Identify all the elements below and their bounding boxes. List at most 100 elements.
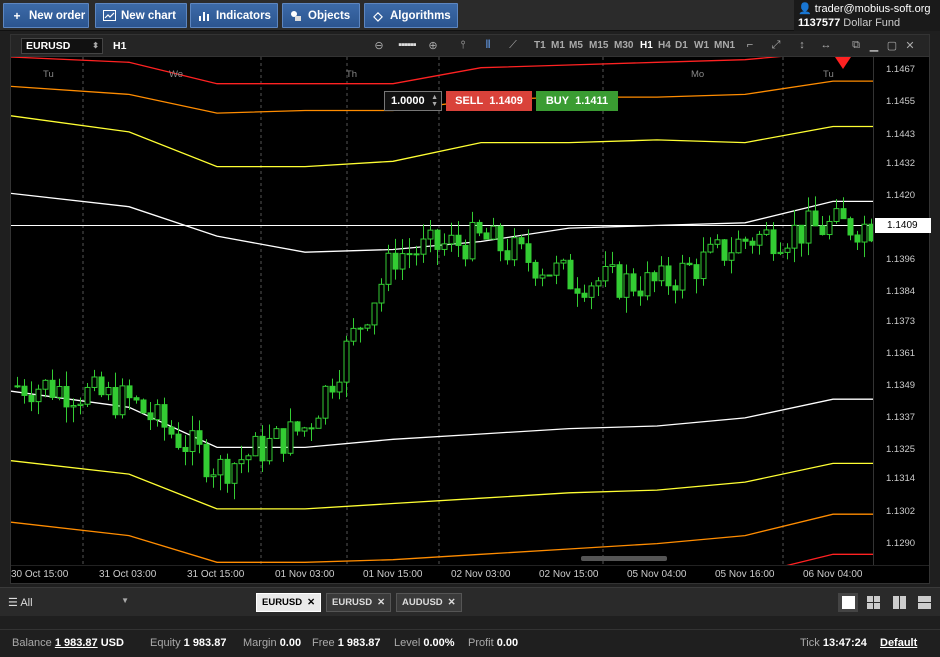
zoom-in-icon[interactable]: ⊕ bbox=[426, 39, 440, 52]
price-tick: 1.1384 bbox=[886, 286, 916, 298]
close-icon[interactable]: ✕ bbox=[448, 597, 456, 608]
zoom-out-icon[interactable]: ⊖ bbox=[372, 39, 386, 52]
timeframe-m15-button[interactable]: M15 bbox=[589, 40, 608, 51]
candle-body bbox=[98, 376, 105, 396]
candle-body bbox=[686, 262, 693, 266]
day-label: Tu bbox=[43, 69, 54, 80]
candle-body bbox=[168, 426, 175, 435]
objects-button[interactable]: Objects bbox=[282, 3, 360, 28]
band-line-4 bbox=[11, 115, 873, 168]
candle-body bbox=[448, 234, 455, 245]
chart-tab-label: EURUSD bbox=[332, 597, 373, 608]
candle-body bbox=[182, 446, 189, 453]
timeframe-m5-button[interactable]: M5 bbox=[569, 40, 583, 51]
candle-body bbox=[175, 433, 182, 448]
indicators-button[interactable]: Indicators bbox=[190, 3, 278, 28]
time-axis[interactable]: 30 Oct 15:00 31 Oct 03:00 31 Oct 15:00 01 N… bbox=[11, 565, 929, 583]
maximize-icon[interactable]: ▢ bbox=[885, 39, 899, 52]
candle-type-icon[interactable]: ⫴ bbox=[481, 39, 495, 52]
close-icon[interactable]: ✕ bbox=[377, 597, 385, 608]
chevron-down-icon: ▼ bbox=[121, 596, 129, 605]
timeframe-h4-button[interactable]: H4 bbox=[658, 40, 671, 51]
chart-filter-select[interactable]: ☰ All ▼ bbox=[8, 596, 133, 609]
symbol-select[interactable]: EURUSD ⬍ bbox=[21, 38, 103, 54]
chart-tab-2[interactable]: EURUSD ✕ bbox=[326, 593, 392, 612]
time-tick: 05 Nov 04:00 bbox=[627, 569, 687, 580]
band-line-3 bbox=[11, 460, 873, 510]
trading-app: + New order New chart Indicators Objects… bbox=[0, 0, 940, 657]
minimize-icon[interactable]: ▁ bbox=[867, 39, 881, 52]
candle-body bbox=[490, 225, 497, 240]
candle-body bbox=[245, 455, 252, 461]
candle-body bbox=[56, 386, 63, 398]
chart-header: EURUSD ⬍ H1 ⊖ ▪▪▪▪▪▪ ⊕ ⫯ ⫴ ⟋ T1 M1 M5 M15 M3… bbox=[11, 35, 929, 57]
candle-body bbox=[35, 388, 42, 403]
candle-body bbox=[266, 437, 273, 462]
chart-tab-label: AUDUSD bbox=[402, 597, 443, 608]
line-type-icon[interactable]: ⟋ bbox=[506, 39, 520, 52]
candle-body bbox=[679, 262, 686, 291]
timeframe-d1-button[interactable]: D1 bbox=[675, 40, 688, 51]
candle-body bbox=[714, 239, 721, 245]
equity-value: 1 983.87 bbox=[183, 637, 227, 649]
time-tick: 02 Nov 15:00 bbox=[539, 569, 599, 580]
account-panel[interactable]: 👤 trader@mobius-soft.org 1137577 Dollar … bbox=[794, 0, 940, 31]
chart-window: EURUSD ⬍ H1 ⊖ ▪▪▪▪▪▪ ⊕ ⫯ ⫴ ⟋ T1 M1 M5 M15 M3… bbox=[10, 34, 931, 584]
close-icon[interactable]: ✕ bbox=[903, 39, 917, 52]
candle-body bbox=[588, 285, 595, 298]
candle-body bbox=[497, 225, 504, 252]
price-tick: 1.1337 bbox=[886, 411, 916, 423]
band-line-7 bbox=[786, 553, 873, 565]
chart-plot-area[interactable]: 1.0000 ▲ ▼ SELL 1.1409 BUY 1.1411 Tu We Th M… bbox=[11, 57, 873, 565]
timeframe-h1-button[interactable]: H1 bbox=[640, 40, 653, 51]
price-tick: 1.1396 bbox=[886, 254, 916, 266]
balance-value: 1 983.87 bbox=[54, 637, 98, 649]
layout-columns-icon[interactable] bbox=[889, 593, 909, 612]
new-order-button[interactable]: + New order bbox=[3, 3, 89, 28]
chart-tab-1[interactable]: EURUSD ✕ bbox=[256, 593, 322, 612]
candle-body bbox=[665, 265, 672, 287]
price-tick: 1.1373 bbox=[886, 315, 916, 327]
quantity-input[interactable]: 1.0000 ▲ ▼ bbox=[384, 91, 442, 111]
candle-body bbox=[105, 386, 112, 396]
candle-body bbox=[469, 221, 476, 260]
profile-select[interactable]: Default bbox=[880, 637, 917, 649]
price-chart[interactable] bbox=[11, 57, 873, 565]
timeframe-m30-button[interactable]: M30 bbox=[614, 40, 633, 51]
bar-type-icon[interactable]: ⫯ bbox=[456, 39, 470, 52]
sell-button[interactable]: SELL 1.1409 bbox=[446, 91, 532, 111]
candle-body bbox=[112, 386, 119, 416]
candle-body bbox=[273, 428, 280, 439]
candle-body bbox=[329, 385, 336, 393]
candle-body bbox=[336, 381, 343, 393]
candle-body bbox=[21, 385, 28, 396]
detach-icon[interactable]: ⧉ bbox=[849, 39, 863, 52]
candle-body bbox=[609, 264, 616, 268]
candle-body bbox=[77, 403, 84, 407]
candle-body bbox=[595, 280, 602, 287]
layout-rows-icon[interactable] bbox=[914, 593, 934, 612]
candle-body bbox=[385, 252, 392, 285]
new-chart-button[interactable]: New chart bbox=[95, 3, 187, 28]
draw-tool-icon[interactable]: ⌐ bbox=[743, 39, 757, 51]
layout-grid-icon[interactable] bbox=[863, 593, 883, 612]
algorithms-button[interactable]: ◇ Algorithms bbox=[364, 3, 458, 28]
price-axis[interactable]: 1.1467 1.1455 1.1443 1.1432 1.1420 1.1396 1.13… bbox=[873, 57, 931, 565]
candle-body bbox=[350, 327, 357, 342]
timeframe-t1-button[interactable]: T1 bbox=[534, 40, 546, 51]
candle-body bbox=[560, 259, 567, 264]
buy-button[interactable]: BUY 1.1411 bbox=[536, 91, 618, 111]
timeframe-mn1-button[interactable]: MN1 bbox=[714, 40, 735, 51]
timeframe-w1-button[interactable]: W1 bbox=[694, 40, 709, 51]
close-icon[interactable]: ✕ bbox=[307, 597, 315, 608]
resize-icon[interactable]: ⤢ bbox=[769, 39, 783, 52]
candle-body bbox=[42, 379, 49, 390]
chart-tab-3[interactable]: AUDUSD ✕ bbox=[396, 593, 462, 612]
zoom-slider[interactable]: ▪▪▪▪▪▪ bbox=[392, 39, 422, 51]
layout-single-icon[interactable] bbox=[838, 593, 858, 612]
candle-body bbox=[847, 218, 854, 236]
horizontal-scale-icon[interactable]: ↔ bbox=[819, 39, 833, 51]
timeframe-m1-button[interactable]: M1 bbox=[551, 40, 565, 51]
vertical-scale-icon[interactable]: ↕ bbox=[795, 39, 809, 51]
time-tick: 01 Nov 03:00 bbox=[275, 569, 335, 580]
